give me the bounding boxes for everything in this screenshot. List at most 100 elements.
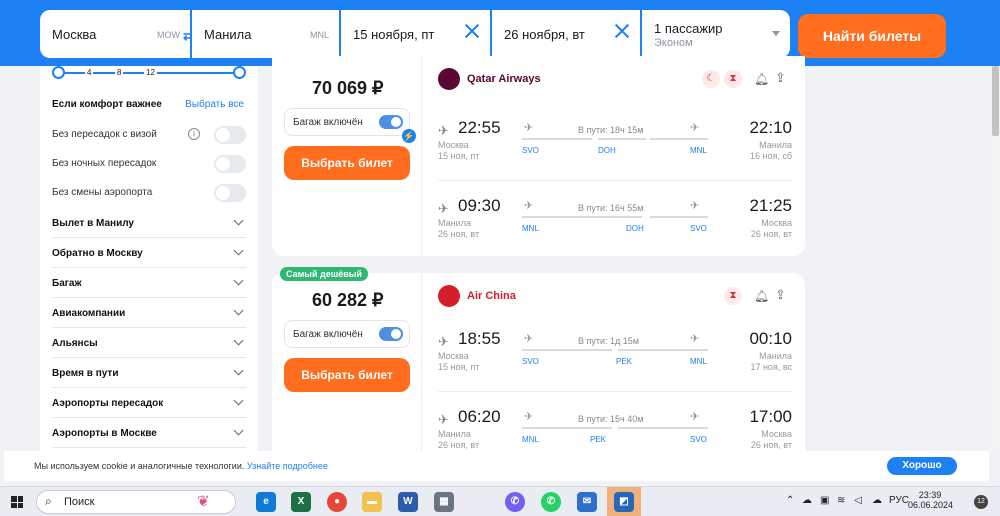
chevron-down-icon xyxy=(233,245,244,256)
bell-icon[interactable]: 🔔︎ xyxy=(754,289,769,303)
app-icon[interactable]: ◩ xyxy=(614,492,634,512)
arrival-date: 16 ноя, сб xyxy=(749,151,792,161)
destination-field[interactable]: Манила MNL xyxy=(192,10,339,58)
origin-city: Москва xyxy=(52,27,97,42)
arrival-time: 00:10 xyxy=(749,329,792,348)
filter-section-outbound[interactable]: Вылет в Манилу xyxy=(52,208,246,238)
arrival-date: 17 ноя, вс xyxy=(750,362,792,372)
baggage-toggle[interactable] xyxy=(379,115,403,129)
route-line xyxy=(598,138,646,140)
pin-icon[interactable]: ✈︎ xyxy=(438,201,449,217)
takeoff-icon: ✈︎ xyxy=(524,122,534,134)
baggage-label: Багаж включён xyxy=(293,329,363,340)
device-icon[interactable]: ▣ xyxy=(820,495,829,506)
cookie-ok-button[interactable]: Хорошо xyxy=(887,457,957,475)
scrollbar-thumb[interactable] xyxy=(992,66,999,136)
airport-code: MNL xyxy=(690,357,707,366)
section-label: Авиакомпании xyxy=(52,308,126,319)
toggle-switch[interactable] xyxy=(214,184,246,202)
baggage-toggle[interactable] xyxy=(379,327,403,341)
filter-section-moscow-airports[interactable]: Аэропорты в Москве xyxy=(52,418,246,448)
departure-date: 26 ноя, вт xyxy=(438,440,480,450)
pin-icon[interactable]: ✈︎ xyxy=(438,123,449,139)
info-icon[interactable]: i xyxy=(188,128,200,140)
mail-icon[interactable]: ✉ xyxy=(577,492,597,512)
wifi-icon[interactable]: ≋ xyxy=(837,495,845,506)
cloud-icon[interactable]: ☁ xyxy=(802,495,812,506)
chevron-up-icon[interactable]: ⌃ xyxy=(786,495,794,506)
edge-icon[interactable]: e xyxy=(256,492,276,512)
return-date-field[interactable]: 26 ноября, вт xyxy=(492,10,640,58)
chevron-down-icon xyxy=(233,335,244,346)
slider-max-handle[interactable] xyxy=(233,66,246,79)
windows-start-icon[interactable] xyxy=(11,496,23,508)
departure-date: 15 ноя, пт xyxy=(438,151,480,161)
pin-icon[interactable]: ✈︎ xyxy=(438,412,449,428)
volume-icon[interactable]: ◁ xyxy=(854,495,862,506)
filter-section-travel-time[interactable]: Время в пути xyxy=(52,358,246,388)
flamingo-icon: ❦ xyxy=(197,493,210,510)
departure-time: 06:20 xyxy=(458,407,501,426)
bell-icon[interactable]: 🔔︎ xyxy=(754,72,769,86)
ticket-price: 60 282 ₽ xyxy=(312,290,384,310)
section-label: Багаж xyxy=(52,278,82,289)
baggage-toggle-row[interactable]: Багаж включён xyxy=(284,320,410,348)
passengers-field[interactable]: 1 пассажир Эконом xyxy=(642,10,790,58)
whatsapp-icon[interactable]: ✆ xyxy=(541,492,561,512)
select-all-link[interactable]: Выбрать все xyxy=(185,99,244,110)
route-line xyxy=(650,216,708,218)
system-clock[interactable]: 23:39 06.06.2024 xyxy=(908,490,953,510)
filter-section-baggage[interactable]: Багаж xyxy=(52,268,246,298)
notification-badge[interactable]: 12 xyxy=(974,495,988,509)
filter-section-return[interactable]: Обратно в Москву xyxy=(52,238,246,268)
filter-section-airlines[interactable]: Авиакомпании xyxy=(52,298,246,328)
departure-city: Манила xyxy=(438,218,471,228)
arrival-city: Москва xyxy=(761,218,792,228)
travel-duration: В пути: 18ч 15м xyxy=(578,125,644,135)
arrival-city: Манила xyxy=(759,351,792,361)
chevron-down-icon xyxy=(233,275,244,286)
return-date: 26 ноября, вт xyxy=(504,27,585,42)
airport-code: MNL xyxy=(522,224,539,233)
search-icon: ⌕ xyxy=(45,494,52,508)
baggage-label: Багаж включён xyxy=(293,117,363,128)
onedrive-icon[interactable]: ☁ xyxy=(872,495,882,506)
clear-depart-icon[interactable] xyxy=(464,23,480,39)
cookie-banner: Мы используем cookie и аналогичные техно… xyxy=(4,451,989,481)
share-icon[interactable]: ⇪ xyxy=(775,287,786,303)
hourglass-icon: ⧗ xyxy=(724,287,742,305)
slider-tick: 8 xyxy=(115,68,124,77)
chrome-icon[interactable]: ● xyxy=(327,492,347,512)
filter-section-alliances[interactable]: Альянсы xyxy=(52,328,246,358)
toggle-switch[interactable] xyxy=(214,155,246,173)
route-line xyxy=(522,216,642,218)
slider-min-handle[interactable] xyxy=(52,66,65,79)
arrival-time: 17:00 xyxy=(749,407,792,426)
clear-return-icon[interactable] xyxy=(614,23,630,39)
flight-segment-outbound: ✈︎ 18:55 Москва 15 ноя, пт ✈︎ В пути: 1д… xyxy=(438,329,792,389)
word-icon[interactable]: W xyxy=(398,492,418,512)
calculator-icon[interactable]: ▦ xyxy=(434,492,454,512)
share-icon[interactable]: ⇪ xyxy=(775,70,786,86)
file-explorer-icon[interactable]: ▬ xyxy=(362,492,382,512)
filter-no-visa-transfers: Без пересадок с визой i xyxy=(52,126,246,144)
page-scrollbar[interactable] xyxy=(991,66,1000,451)
toggle-switch[interactable] xyxy=(214,126,246,144)
find-tickets-button[interactable]: Найти билеты xyxy=(798,14,946,58)
cheapest-badge: Самый дешёвый xyxy=(280,267,368,281)
taskbar-search[interactable]: ⌕ Поиск ❦ xyxy=(36,490,236,514)
filter-section-transfer-airports[interactable]: Аэропорты пересадок xyxy=(52,388,246,418)
pin-icon[interactable]: ✈︎ xyxy=(438,334,449,350)
baggage-toggle-row[interactable]: Багаж включён xyxy=(284,108,410,136)
language-indicator[interactable]: РУС xyxy=(889,495,909,506)
depart-date-field[interactable]: 15 ноября, пт xyxy=(341,10,490,58)
excel-icon[interactable]: X xyxy=(291,492,311,512)
cookie-learn-more-link[interactable]: Узнайте подробнее xyxy=(247,461,328,471)
choose-ticket-button[interactable]: Выбрать билет xyxy=(284,358,410,392)
viber-icon[interactable]: ✆ xyxy=(505,492,525,512)
slider-tick: 4 xyxy=(85,68,94,77)
choose-ticket-button[interactable]: Выбрать билет xyxy=(284,146,410,180)
ticket-card: Самый дешёвый 60 282 ₽ Багаж включён Выб… xyxy=(272,267,805,451)
qatar-airways-logo xyxy=(438,68,460,90)
origin-field[interactable]: Москва MOW xyxy=(40,10,190,58)
